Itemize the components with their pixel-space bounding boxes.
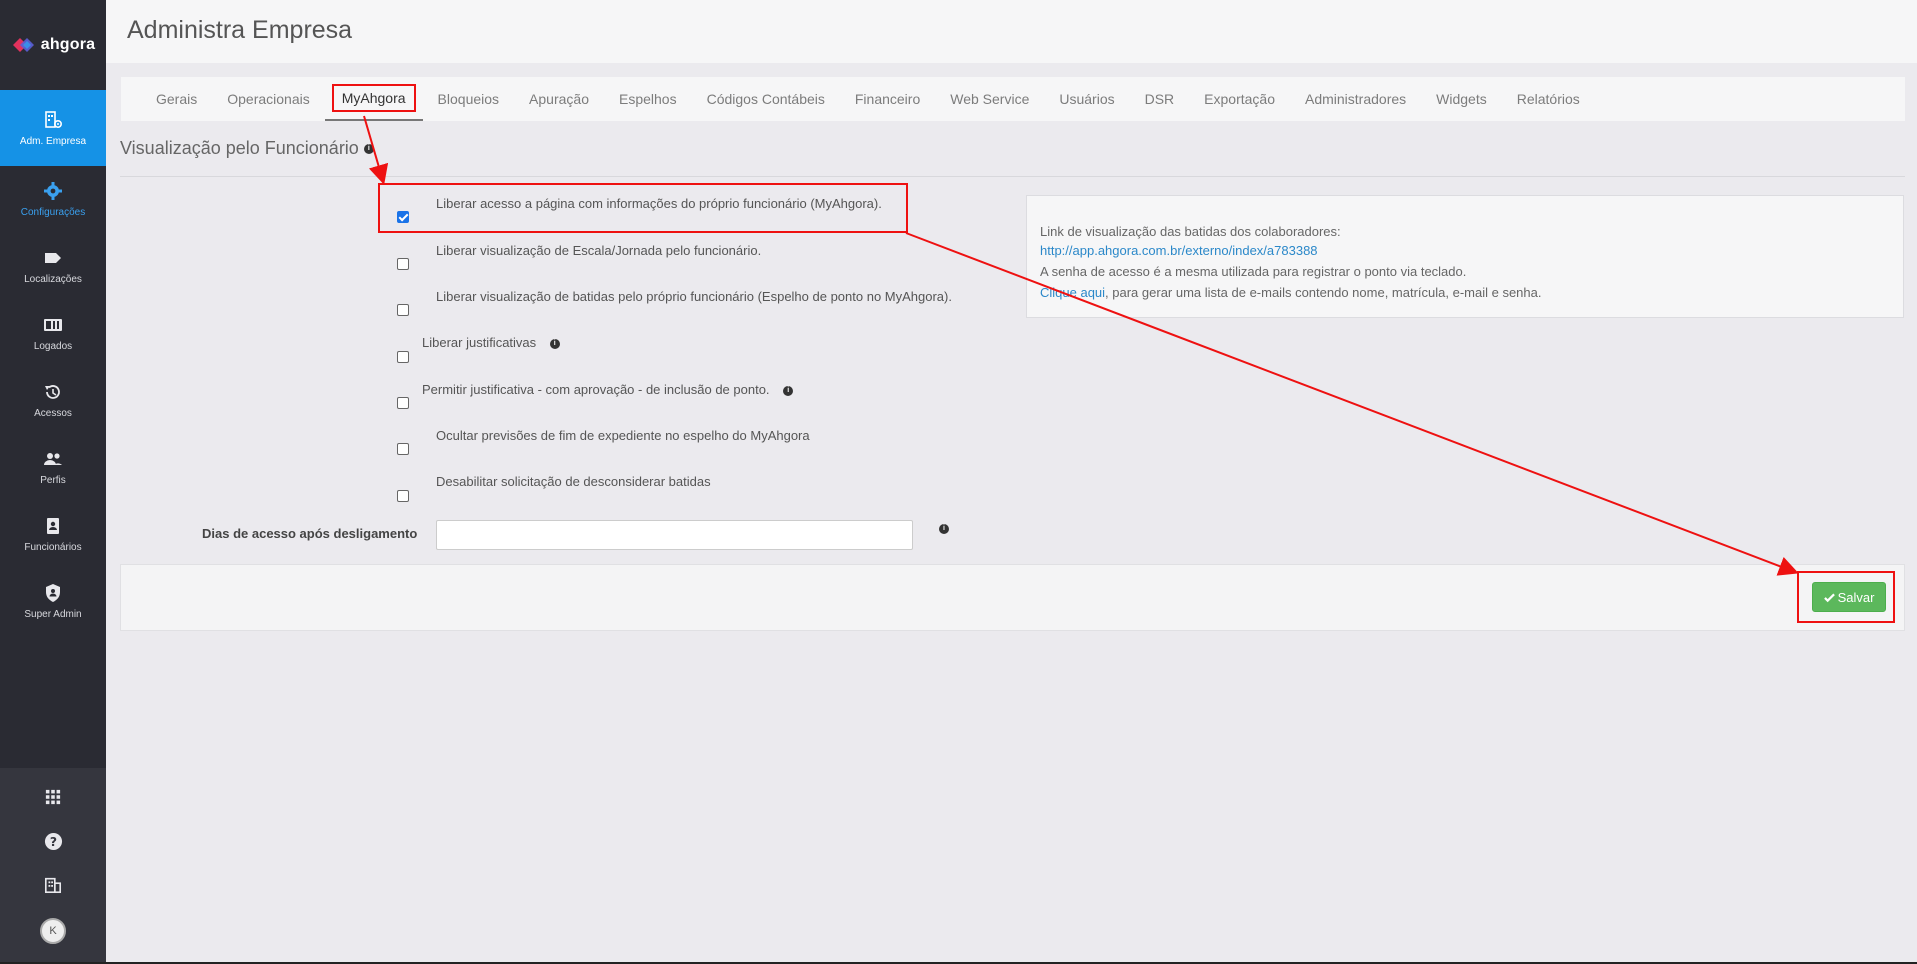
annotation-arrow [905, 232, 1799, 576]
annotation-arrows [363, 115, 1799, 576]
annotation-arrow [363, 115, 389, 185]
